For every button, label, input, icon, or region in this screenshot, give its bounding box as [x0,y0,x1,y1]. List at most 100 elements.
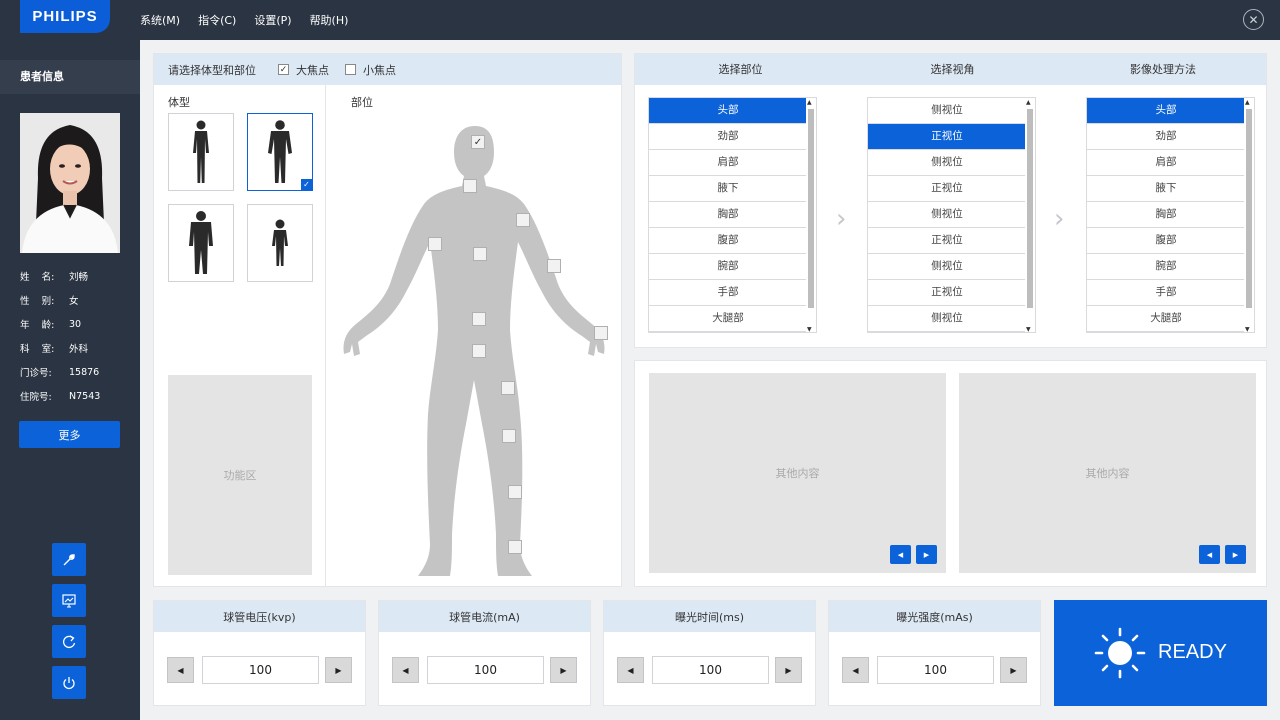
view-item[interactable]: 正视位 [868,280,1026,306]
view-item[interactable]: 正视位 [868,228,1026,254]
param-value[interactable]: 100 [652,656,769,684]
increment-icon[interactable]: ▶ [775,657,802,683]
method-item[interactable]: 手部 [1087,280,1245,306]
prev-arrow-icon[interactable]: ◀ [890,545,911,564]
body-part-label: 部位 [351,96,373,109]
point-ankle[interactable] [508,540,522,554]
next-arrow-icon[interactable]: ▶ [1225,545,1246,564]
large-focus-checkbox[interactable]: ✓ 大焦点 [278,62,329,78]
body-type-large[interactable] [168,204,234,282]
more-button[interactable]: 更多 [19,421,120,448]
power-icon[interactable] [52,666,86,699]
point-pelvis[interactable] [472,344,486,358]
param-tube-voltage: 球管电压(kvp) ◀ 100 ▶ [153,600,366,706]
next-arrow-icon[interactable]: ▶ [916,545,937,564]
method-item[interactable]: 头部 [1087,98,1245,124]
menu-system[interactable]: 系统(M) [140,12,180,28]
method-item[interactable]: 腹部 [1087,228,1245,254]
parts-list[interactable]: 头部 劲部 肩部 腋下 胸部 腹部 腕部 手部 大腿部 ▲ ▼ [648,97,817,333]
decrement-icon[interactable]: ◀ [167,657,194,683]
decrement-icon[interactable]: ◀ [842,657,869,683]
scroll-down-icon[interactable]: ▼ [807,326,812,332]
patient-info-list: 姓 名: 刘畅 性 别: 女 年 龄: 30 科 室: 外科 门诊号: 15876 住院号… [20,264,130,408]
part-item[interactable]: 腋下 [649,176,807,202]
view-item[interactable]: 侧视位 [868,254,1026,280]
info-row-gender: 性 别: 女 [20,296,79,307]
method-item[interactable]: 劲部 [1087,124,1245,150]
point-shoulder[interactable] [516,213,530,227]
header-select-part: 选择部位 [718,63,763,76]
point-chest[interactable] [473,247,487,261]
method-item[interactable]: 腋下 [1087,176,1245,202]
param-exposure-time: 曝光时间(ms) ◀ 100 ▶ [603,600,816,706]
method-item[interactable]: 胸部 [1087,202,1245,228]
view-item[interactable]: 侧视位 [868,150,1026,176]
param-exposure-intensity: 曝光强度(mAs) ◀ 100 ▶ [828,600,1041,706]
body-type-slim[interactable] [168,113,234,191]
view-item[interactable]: 侧视位 [868,202,1026,228]
selected-check-icon: ✓ [301,179,312,190]
body-type-child[interactable] [247,204,313,282]
part-item[interactable]: 手部 [649,280,807,306]
body-panel-title: 请选择体型和部位 [168,63,256,77]
scroll-down-icon[interactable]: ▼ [1245,326,1250,332]
method-item[interactable]: 肩部 [1087,150,1245,176]
monitor-icon[interactable] [52,584,86,617]
increment-icon[interactable]: ▶ [550,657,577,683]
point-armpit[interactable] [428,237,442,251]
point-neck[interactable] [463,179,477,193]
menu-help[interactable]: 帮助(H) [310,12,349,28]
param-value[interactable]: 100 [877,656,994,684]
method-item[interactable]: 腕部 [1087,254,1245,280]
part-item[interactable]: 头部 [649,98,807,124]
athletic-body-icon [268,120,292,183]
view-item[interactable]: 侧视位 [868,98,1026,124]
point-knee[interactable] [502,429,516,443]
param-value[interactable]: 100 [427,656,544,684]
views-list[interactable]: 侧视位 正视位 侧视位 正视位 侧视位 正视位 侧视位 正视位 侧视位 ▲ ▼ [867,97,1036,333]
part-item[interactable]: 腕部 [649,254,807,280]
point-elbow[interactable] [547,259,561,273]
main-menu: 系统(M) 指令(C) 设置(P) 帮助(H) [140,0,366,40]
part-item[interactable]: 腹部 [649,228,807,254]
view-item[interactable]: 侧视位 [868,306,1026,332]
point-thigh[interactable] [501,381,515,395]
methods-list[interactable]: 头部 劲部 肩部 腋下 胸部 腹部 腕部 手部 大腿部 ▲ ▼ [1086,97,1255,333]
part-item[interactable]: 劲部 [649,124,807,150]
point-head[interactable]: ✓ [471,135,485,149]
slim-body-icon [193,120,209,183]
point-calf[interactable] [508,485,522,499]
scroll-up-icon[interactable]: ▲ [1245,99,1250,106]
param-value[interactable]: 100 [202,656,319,684]
view-item[interactable]: 正视位 [868,124,1026,150]
part-item[interactable]: 大腿部 [649,306,807,332]
body-selection-panel: 请选择体型和部位 ✓ 大焦点 小焦点 体型 部位 ✓ 功能区 ✓ [153,53,622,587]
method-item[interactable]: 大腿部 [1087,306,1245,332]
increment-icon[interactable]: ▶ [1000,657,1027,683]
methods-scrollbar[interactable]: ▲ ▼ [1244,98,1254,332]
wrench-icon[interactable] [52,543,86,576]
scroll-up-icon[interactable]: ▲ [1026,99,1031,106]
scroll-up-icon[interactable]: ▲ [807,99,812,106]
info-row-name: 姓 名: 刘畅 [20,272,89,283]
body-type-athletic[interactable]: ✓ [247,113,313,191]
views-scrollbar[interactable]: ▲ ▼ [1025,98,1035,332]
menu-settings[interactable]: 设置(P) [254,12,291,28]
prev-arrow-icon[interactable]: ◀ [1199,545,1220,564]
part-item[interactable]: 肩部 [649,150,807,176]
part-item[interactable]: 胸部 [649,202,807,228]
increment-icon[interactable]: ▶ [325,657,352,683]
refresh-icon[interactable] [52,625,86,658]
decrement-icon[interactable]: ◀ [392,657,419,683]
small-focus-checkbox[interactable]: 小焦点 [345,62,396,78]
close-icon[interactable]: ✕ [1243,9,1264,30]
scroll-down-icon[interactable]: ▼ [1026,326,1031,332]
parts-scrollbar[interactable]: ▲ ▼ [806,98,816,332]
menu-command[interactable]: 指令(C) [198,12,236,28]
param-tube-current: 球管电流(mA) ◀ 100 ▶ [378,600,591,706]
decrement-icon[interactable]: ◀ [617,657,644,683]
point-hand[interactable] [594,326,608,340]
view-item[interactable]: 正视位 [868,176,1026,202]
ready-button[interactable]: READY [1054,600,1267,706]
point-abdomen[interactable] [472,312,486,326]
